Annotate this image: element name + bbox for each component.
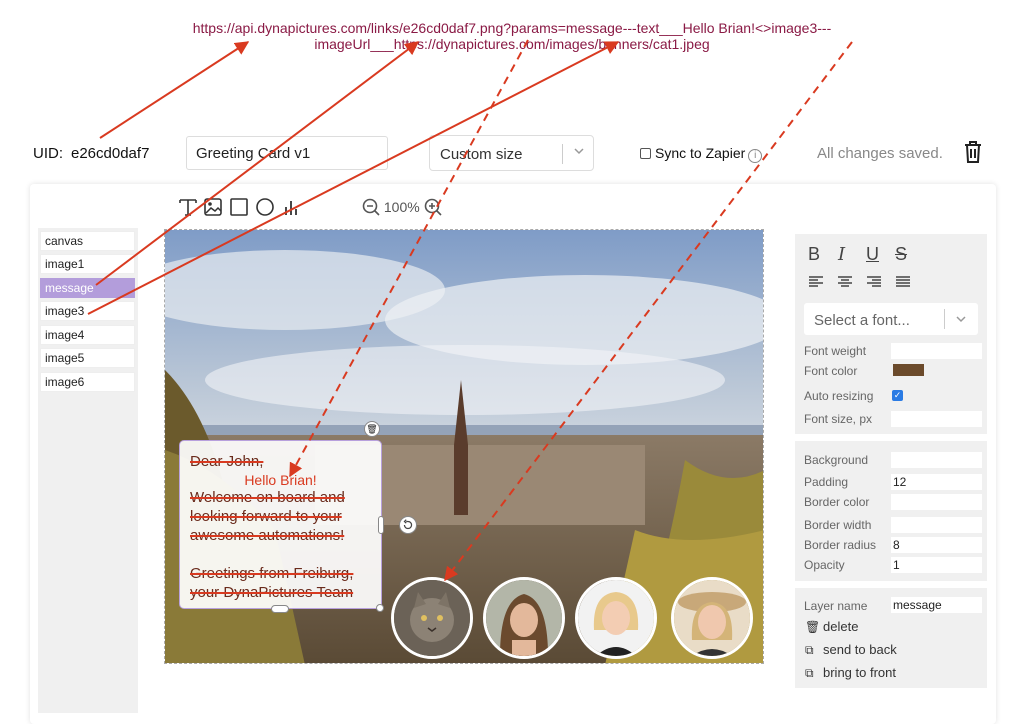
trash-icon: 🗑 — [805, 620, 821, 634]
message-line-2: Welcome on board and — [190, 489, 345, 506]
uid-label: UID: — [33, 145, 63, 162]
message-line-4: awesome automations! — [190, 527, 345, 544]
size-select[interactable]: Custom size — [429, 135, 594, 171]
align-right-icon[interactable] — [866, 275, 882, 289]
zoom-level: 100% — [383, 199, 420, 215]
person-photo-3 — [674, 580, 750, 656]
top-bar: UID: e26cd0daf7 Custom size Sync to Zapie… — [0, 134, 1024, 174]
zoom-out-icon[interactable] — [362, 198, 380, 216]
image6-avatar[interactable] — [671, 577, 753, 659]
padding-field[interactable]: 12 — [891, 474, 982, 490]
underline-icon[interactable]: U — [866, 244, 879, 265]
opacity-field[interactable]: 1 — [891, 557, 982, 573]
auto-resizing-checkbox[interactable]: ✓ — [892, 390, 903, 401]
border-width-field[interactable] — [891, 517, 982, 533]
person-photo-1 — [486, 580, 562, 656]
trash-icon[interactable] — [962, 140, 984, 164]
font-select-placeholder: Select a font... — [814, 312, 910, 329]
circle-tool-icon[interactable] — [255, 196, 275, 218]
align-center-icon[interactable] — [837, 275, 853, 289]
delete-label: delete — [823, 619, 859, 634]
person-photo-2 — [578, 580, 654, 656]
message-line-3: looking forward to your — [190, 508, 342, 525]
image4-avatar[interactable] — [483, 577, 565, 659]
border-width-label: Border width — [804, 518, 872, 532]
uid-display: UID: e26cd0daf7 — [33, 145, 149, 162]
save-status: All changes saved. — [817, 145, 943, 162]
zoom-in-icon[interactable] — [424, 198, 442, 216]
send-back-icon: ⧉ — [805, 643, 814, 657]
border-radius-label: Border radius — [804, 538, 877, 552]
layer-item-image5[interactable]: image5 — [40, 348, 135, 368]
layer-item-message[interactable]: message — [40, 278, 135, 298]
layer-item-image6[interactable]: image6 — [40, 372, 135, 392]
resize-handle-bottom[interactable] — [271, 605, 289, 613]
select-separator — [562, 144, 563, 164]
font-size-field[interactable] — [891, 411, 982, 427]
chevron-down-icon — [956, 316, 966, 323]
arrow-uid — [99, 41, 250, 139]
sync-zapier-control[interactable]: Sync to Zapier i — [640, 145, 763, 163]
zoom-controls: 100% — [362, 198, 442, 216]
sync-zapier-label: Sync to Zapier — [655, 145, 746, 161]
font-size-label: Font size, px — [804, 412, 873, 426]
bring-front-label: bring to front — [823, 665, 896, 680]
resize-handle-corner[interactable] — [376, 604, 384, 612]
layer-item-image4[interactable]: image4 — [40, 325, 135, 345]
font-weight-field[interactable] — [891, 343, 982, 359]
image-tool-icon[interactable] — [203, 196, 223, 218]
image3-cat-avatar[interactable] — [391, 577, 473, 659]
padding-label: Padding — [804, 475, 849, 489]
align-justify-icon[interactable] — [895, 275, 911, 289]
message-text-box[interactable]: Dear John, Hello Brian! Welcome on board… — [179, 440, 382, 609]
cat-photo — [394, 580, 470, 656]
strikethrough-icon[interactable]: S — [895, 244, 907, 265]
border-radius-field[interactable]: 8 — [891, 537, 982, 553]
layer-name-label: Layer name — [804, 599, 868, 613]
message-line-5: Greetings from Freiburg, — [190, 565, 354, 582]
font-color-label: Font color — [804, 364, 858, 378]
italic-icon[interactable]: I — [838, 244, 845, 265]
font-select[interactable]: Select a font... — [804, 303, 978, 335]
bold-icon[interactable]: B — [808, 244, 820, 265]
delete-layer-button[interactable]: 🗑 delete — [805, 619, 858, 634]
uid-value: e26cd0daf7 — [71, 145, 150, 162]
auto-resizing-label: Auto resizing — [804, 389, 874, 403]
sync-zapier-checkbox[interactable] — [640, 148, 651, 159]
size-select-value: Custom size — [440, 146, 523, 163]
template-name-input[interactable] — [186, 136, 388, 170]
align-left-icon[interactable] — [808, 275, 824, 289]
bring-front-icon: ⧉ — [805, 666, 814, 680]
layer-item-image1[interactable]: image1 — [40, 254, 135, 274]
layer-name-field[interactable]: message — [891, 597, 982, 613]
font-weight-label: Font weight — [804, 344, 867, 358]
rectangle-tool-icon[interactable] — [229, 196, 249, 218]
message-line-6: your DynaPictures Team — [190, 584, 354, 601]
select-separator — [944, 309, 945, 329]
send-back-label: send to back — [823, 642, 897, 657]
resize-handle-right[interactable] — [378, 516, 384, 534]
send-to-back-button[interactable]: ⧉ send to back — [805, 642, 897, 658]
message-line-1: Dear John, — [190, 453, 264, 470]
font-color-swatch[interactable] — [893, 364, 924, 376]
border-color-field[interactable] — [891, 494, 982, 510]
layer-item-canvas[interactable]: canvas — [40, 231, 135, 251]
delete-layer-handle-icon[interactable]: 🗑 — [364, 421, 380, 437]
bring-to-front-button[interactable]: ⧉ bring to front — [805, 665, 896, 681]
background-label: Background — [804, 453, 869, 467]
rotate-icon[interactable] — [399, 516, 417, 534]
info-icon[interactable]: i — [748, 149, 763, 163]
chevron-down-icon — [574, 148, 584, 155]
image5-avatar[interactable] — [575, 577, 657, 659]
background-field[interactable] — [891, 452, 982, 468]
layer-item-image3[interactable]: image3 — [40, 301, 135, 321]
url-annotation: https://api.dynapictures.com/links/e26cd… — [192, 20, 832, 52]
text-tool-icon[interactable] — [178, 196, 198, 218]
chart-tool-icon[interactable] — [281, 196, 301, 218]
opacity-label: Opacity — [804, 558, 845, 572]
border-color-label: Border color — [804, 495, 870, 509]
